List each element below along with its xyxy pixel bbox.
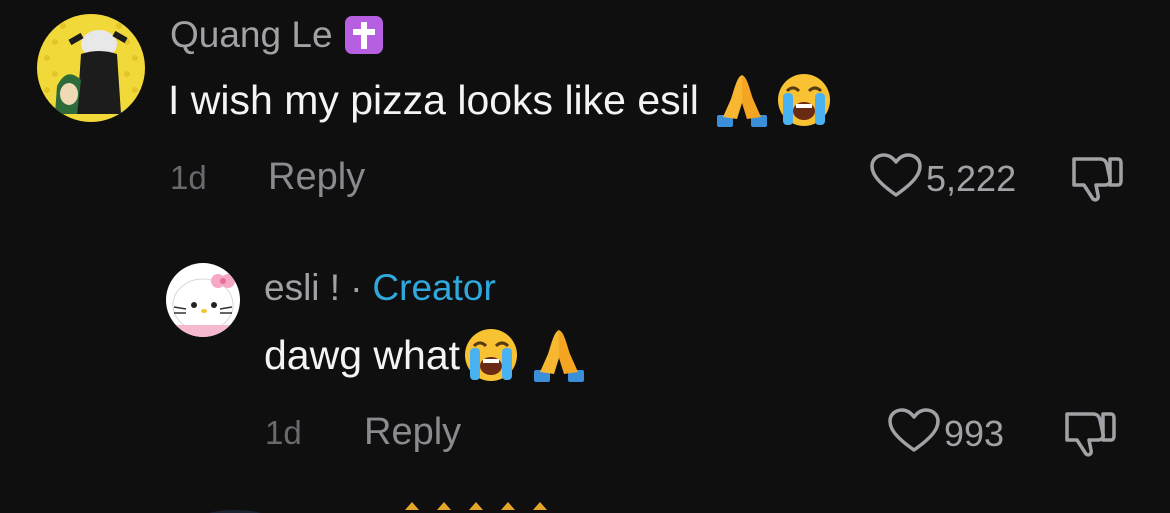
thumbs-down-icon[interactable] (1070, 157, 1124, 207)
creator-label: Creator (372, 267, 496, 308)
dislike-button[interactable] (1063, 408, 1117, 463)
author-name[interactable]: esli ! (264, 267, 340, 309)
dislike-button[interactable] (1070, 153, 1124, 208)
heart-icon[interactable] (888, 408, 940, 459)
like-button[interactable]: 993 (888, 408, 1004, 459)
loudly-crying-face-icon (462, 326, 520, 384)
like-button[interactable]: 5,222 (870, 153, 1016, 204)
next-comment-preview (160, 498, 560, 513)
heart-icon[interactable] (870, 153, 922, 204)
avatar[interactable] (166, 263, 240, 337)
thumbs-down-icon[interactable] (1063, 412, 1117, 462)
folded-hands-icon (530, 326, 588, 384)
comment-author[interactable]: esli ! · Creator (264, 267, 496, 309)
author-name[interactable]: Quang Le (170, 14, 333, 56)
like-count: 993 (944, 412, 1005, 454)
comment-author[interactable]: Quang Le (170, 14, 383, 56)
comment-text: dawg what (264, 326, 588, 384)
comment-body: I wish my pizza looks like esil (168, 76, 699, 123)
avatar[interactable] (37, 14, 145, 122)
reply-button[interactable]: Reply (364, 411, 461, 454)
comment-body: dawg what (264, 331, 461, 378)
loudly-crying-face-icon (775, 71, 833, 129)
folded-hands-icon (713, 71, 771, 129)
separator: · (350, 267, 363, 308)
comment-time: 1d (265, 414, 302, 451)
comment-time: 1d (170, 159, 207, 196)
comment-text: I wish my pizza looks like esil (168, 71, 833, 129)
emoji-row-icon (208, 502, 547, 513)
like-count: 5,222 (926, 157, 1017, 199)
latin-cross-icon (344, 16, 383, 54)
reply-button[interactable]: Reply (268, 156, 365, 199)
